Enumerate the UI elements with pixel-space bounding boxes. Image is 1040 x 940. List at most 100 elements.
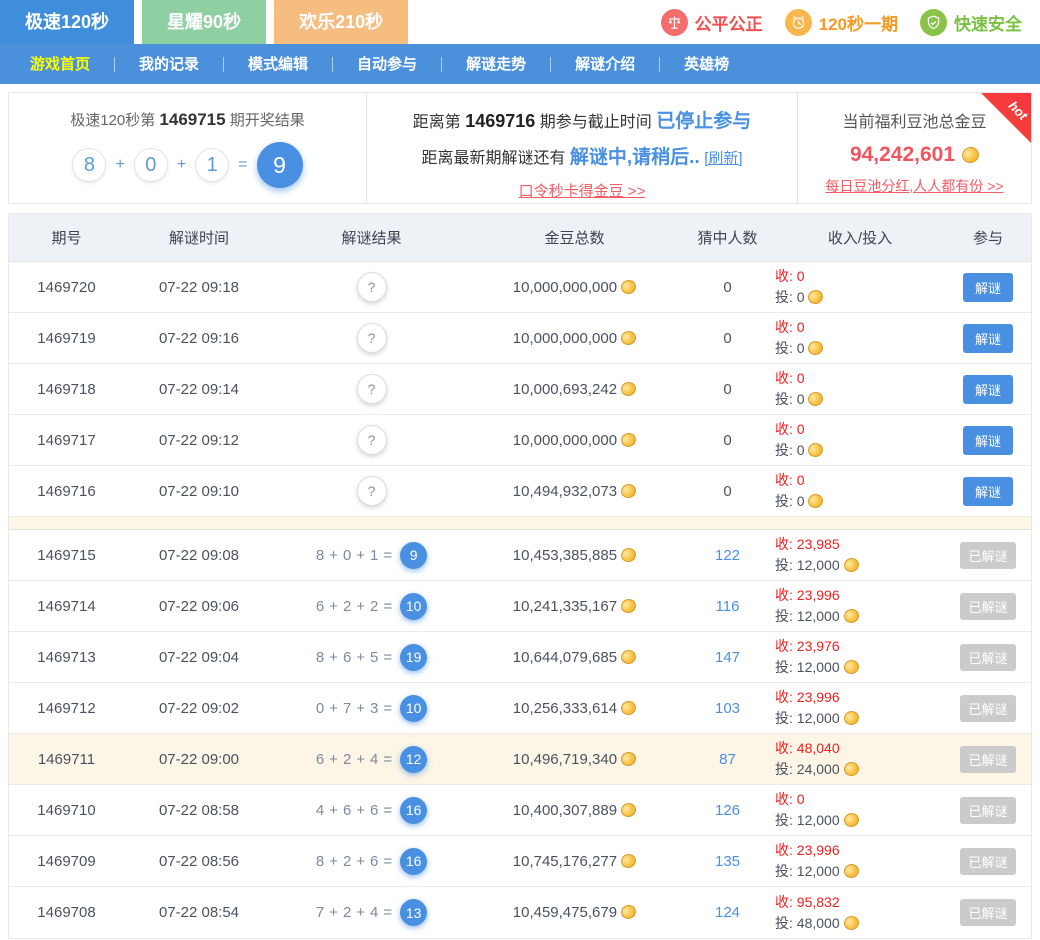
solve-button[interactable]: 解谜 [963, 273, 1013, 302]
equals-sign: = [383, 802, 392, 819]
solve-button[interactable]: 解谜 [963, 426, 1013, 455]
equals-sign: = [383, 751, 392, 768]
time-cell: 07-22 08:56 [124, 853, 274, 870]
invest-value: 48,000 [797, 915, 840, 931]
income-label: 收: [775, 421, 793, 437]
result-a: 8 [316, 649, 324, 666]
equals-sign: = [383, 547, 392, 564]
dividend-link[interactable]: 每日豆池分红,人人都有份 >> [825, 176, 1003, 196]
nav-item-trend[interactable]: 解谜走势 [442, 57, 551, 72]
table-row: 146972007-22 09:18?10,000,000,000 0收: 0投… [9, 262, 1031, 313]
solved-button[interactable]: 已解谜 [960, 695, 1015, 722]
solve-button[interactable]: 解谜 [963, 324, 1013, 353]
refresh-link[interactable]: [刷新] [704, 150, 742, 167]
game-tab-bar: 极速120秒 星耀90秒 欢乐210秒 公平公正 120秒一期 快速安全 [0, 0, 1040, 44]
invest-line: 投: 12,000 [775, 708, 945, 729]
guessed-cell: 116 [680, 598, 775, 615]
solved-button[interactable]: 已解谜 [960, 848, 1015, 875]
invest-line: 投: 0 [775, 338, 945, 359]
action-cell: 解谜 [945, 273, 1031, 302]
plus-sign: + [356, 751, 365, 768]
main-navbar: 游戏首页 我的记录 模式编辑 自动参与 解谜走势 解谜介绍 英雄榜 [0, 44, 1040, 84]
result-title-suffix: 期开奖结果 [230, 112, 305, 129]
income-label: 收: [775, 791, 793, 807]
nav-item-heroes[interactable]: 英雄榜 [660, 57, 753, 72]
pool-value: 10,745,176,277 [513, 853, 617, 870]
solved-button[interactable]: 已解谜 [960, 644, 1015, 671]
nav-item-intro[interactable]: 解谜介绍 [551, 57, 660, 72]
plus-sign: + [329, 751, 338, 768]
solve-button[interactable]: 解谜 [963, 477, 1013, 506]
coin-icon [842, 811, 860, 828]
action-cell: 解谜 [945, 426, 1031, 455]
solve-button[interactable]: 解谜 [963, 375, 1013, 404]
nav-item-home[interactable]: 游戏首页 [6, 57, 115, 72]
invest-label: 投: [775, 391, 793, 407]
coin-icon [807, 288, 825, 305]
income-line: 收: 0 [775, 266, 945, 287]
solved-button[interactable]: 已解谜 [960, 746, 1015, 773]
income-line: 收: 0 [775, 789, 945, 810]
badge-fairness: 公平公正 [661, 9, 763, 36]
result-b: 6 [343, 649, 351, 666]
solved-button[interactable]: 已解谜 [960, 797, 1015, 824]
coin-icon [620, 648, 638, 665]
income-value: 0 [797, 319, 805, 335]
solved-button[interactable]: 已解谜 [960, 593, 1015, 620]
income-invest-cell: 收: 23,985投: 12,000 [775, 534, 945, 576]
income-label: 收: [775, 740, 793, 756]
coin-icon [807, 390, 825, 407]
plus-sign: + [329, 598, 338, 615]
pending-result-icon: ? [357, 425, 387, 455]
action-cell: 已解谜 [945, 593, 1031, 620]
pool-panel: 当前福利豆池总金豆 94,242,601 每日豆池分红,人人都有份 >> hot [798, 93, 1031, 203]
result-a: 6 [316, 751, 324, 768]
table-row: 146971707-22 09:12?10,000,000,000 0收: 0投… [9, 415, 1031, 466]
income-label: 收: [775, 638, 793, 654]
tab-star-90s[interactable]: 星耀90秒 [142, 0, 266, 44]
invest-value: 0 [797, 493, 805, 509]
income-label: 收: [775, 536, 793, 552]
income-line: 收: 23,976 [775, 636, 945, 657]
result-a: 7 [316, 904, 324, 921]
nav-item-mode-edit[interactable]: 模式编辑 [224, 57, 333, 72]
solved-button[interactable]: 已解谜 [960, 542, 1015, 569]
plus-sign: + [356, 802, 365, 819]
pool-value: 10,453,385,885 [513, 547, 617, 564]
result-numbers: 8 + 0 + 1 = 9 [9, 142, 366, 188]
guessed-cell: 87 [680, 751, 775, 768]
action-cell: 已解谜 [945, 695, 1031, 722]
result-b: 7 [343, 700, 351, 717]
equals-sign: = [383, 904, 392, 921]
invest-line: 投: 0 [775, 491, 945, 512]
nav-item-auto-join[interactable]: 自动参与 [333, 57, 442, 72]
income-invest-cell: 收: 23,976投: 12,000 [775, 636, 945, 678]
solved-button[interactable]: 已解谜 [960, 899, 1015, 926]
period-cell: 1469717 [9, 432, 124, 449]
join-status: 已停止参与 [656, 111, 751, 132]
pending-result-icon: ? [357, 323, 387, 353]
coin-icon [960, 145, 981, 165]
coin-icon [842, 607, 860, 624]
coin-icon [807, 492, 825, 509]
period-cell: 1469718 [9, 381, 124, 398]
income-line: 收: 0 [775, 419, 945, 440]
badge-safety-label: 快速安全 [954, 10, 1022, 35]
nav-item-my-records[interactable]: 我的记录 [115, 57, 224, 72]
result-cell: ? [274, 272, 469, 302]
tab-speed-120s[interactable]: 极速120秒 [0, 0, 134, 44]
password-card-promo-link[interactable]: 口令秒卡得金豆 >> [519, 180, 646, 201]
result-cell: ? [274, 374, 469, 404]
tab-happy-210s[interactable]: 欢乐210秒 [274, 0, 408, 44]
coin-icon [620, 546, 638, 563]
invest-line: 投: 12,000 [775, 861, 945, 882]
income-label: 收: [775, 472, 793, 488]
table-row: 146970907-22 08:568+2+6=1610,745,176,277… [9, 836, 1031, 887]
table-row: 146971507-22 09:088+0+1=910,453,385,885 … [9, 530, 1031, 581]
plus-sign: + [356, 547, 365, 564]
latest-result-title: 极速120秒第 1469715 期开奖结果 [9, 109, 366, 130]
plus-sign: + [329, 853, 338, 870]
pool-value: 10,241,335,167 [513, 598, 617, 615]
income-line: 收: 0 [775, 368, 945, 389]
invest-line: 投: 24,000 [775, 759, 945, 780]
